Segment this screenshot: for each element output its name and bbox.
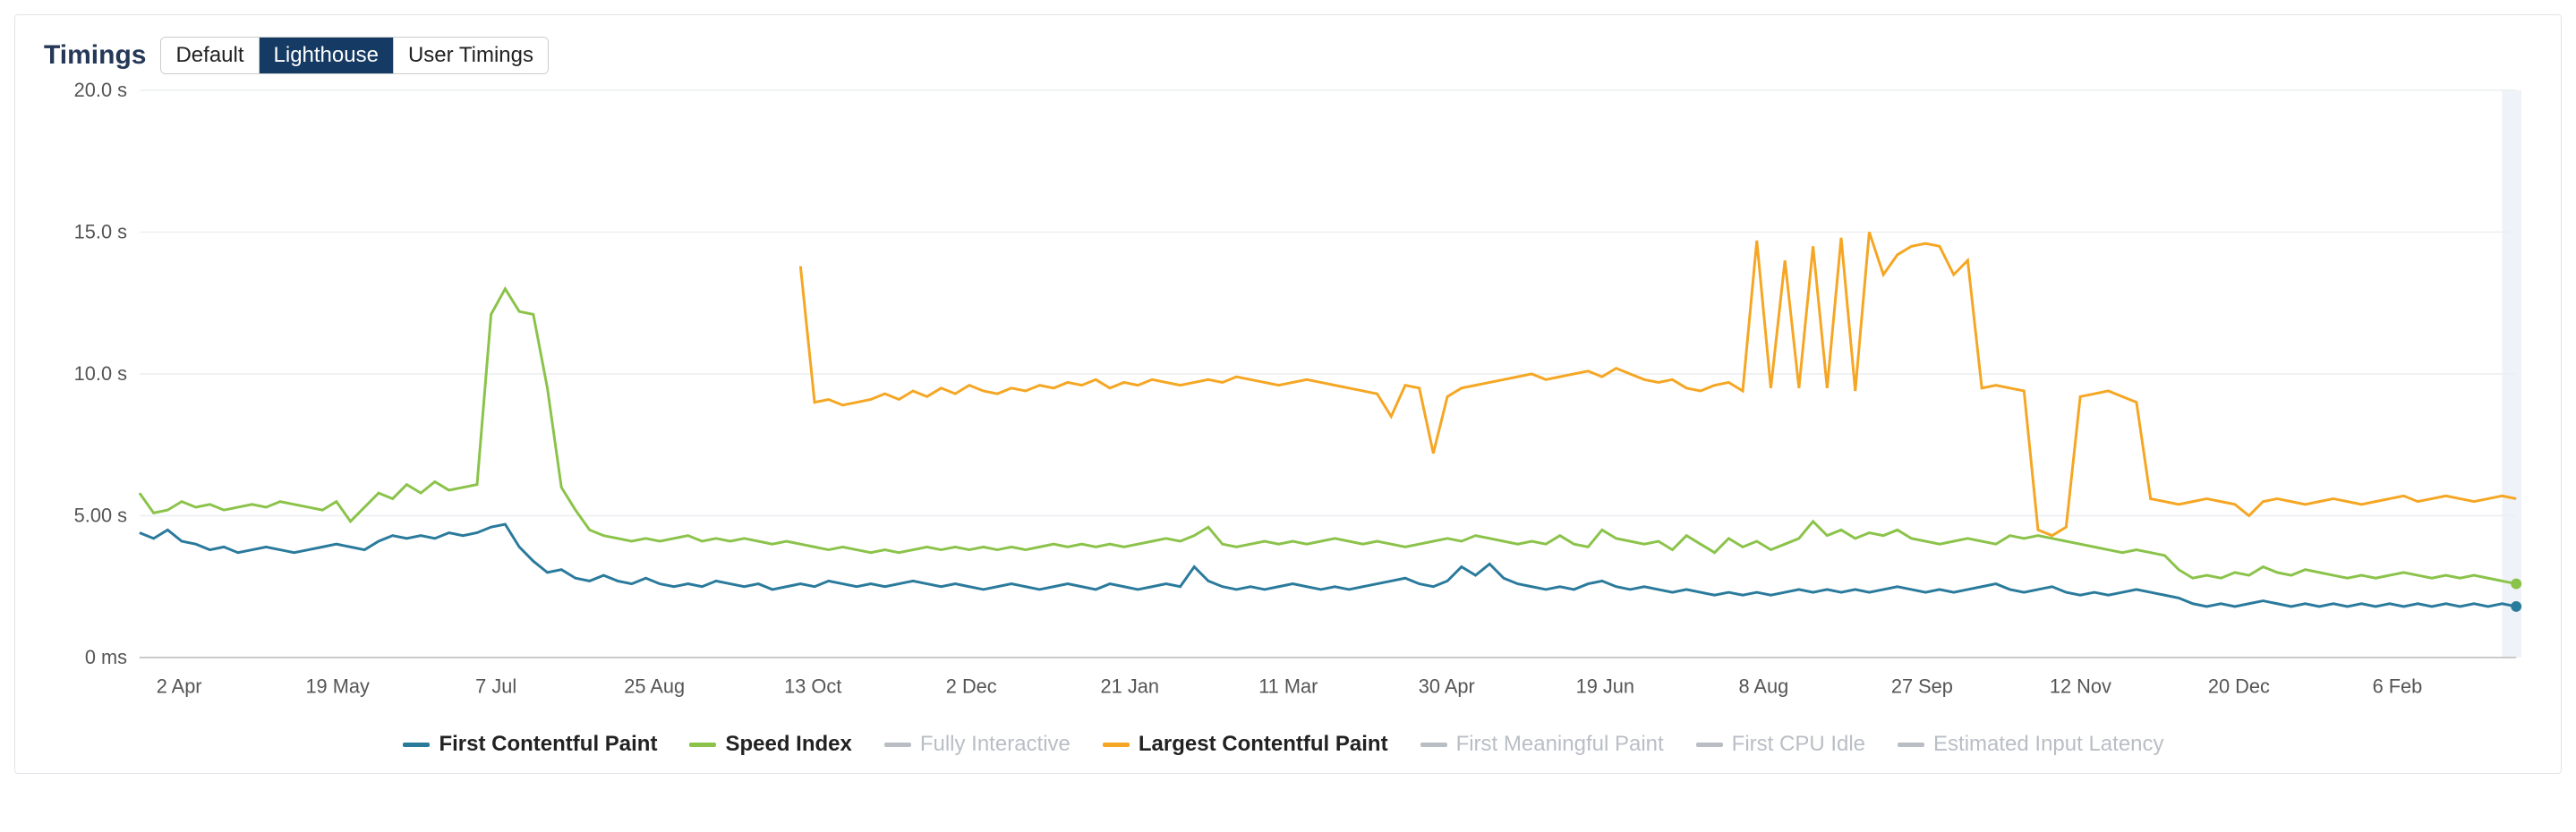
- legend-item[interactable]: First Meaningful Paint: [1420, 732, 1664, 757]
- series-line: [140, 289, 2516, 584]
- x-axis: 2 Apr 19 May 7 Jul 25 Aug 13 Oct 2 Dec 21 Jan 1…: [157, 675, 2423, 698]
- x-tick-label: 19 Jun: [1576, 675, 1634, 698]
- legend-swatch: [1103, 743, 1130, 747]
- y-tick-label: 10.0 s: [74, 362, 127, 385]
- legend-swatch: [1898, 743, 1924, 747]
- x-tick-label: 6 Feb: [2373, 675, 2423, 698]
- legend-label: Largest Contentful Paint: [1139, 732, 1388, 757]
- legend-label: First Contentful Paint: [439, 732, 657, 757]
- x-tick-label: 8 Aug: [1738, 675, 1788, 698]
- chart-legend: First Contentful Paint Speed Index Fully I…: [33, 732, 2534, 757]
- series-line: [800, 232, 2516, 535]
- end-marker: [2511, 579, 2521, 590]
- legend-swatch: [689, 743, 716, 747]
- y-tick-label: 0 ms: [85, 646, 127, 668]
- y-tick-label: 15.0 s: [74, 220, 127, 242]
- panel-header: Timings DefaultLighthouseUser Timings: [33, 37, 2534, 74]
- legend-label: Estimated Input Latency: [1933, 732, 2163, 757]
- line-chart-svg: 0 ms 5.00 s 10.0 s 15.0 s 20.0 s 2 Apr 19 May 7…: [33, 81, 2534, 719]
- legend-label: Fully Interactive: [920, 732, 1070, 757]
- legend-swatch: [1420, 743, 1447, 747]
- end-marker: [2511, 601, 2521, 612]
- panel-title: Timings: [44, 40, 146, 71]
- x-tick-label: 25 Aug: [624, 675, 685, 698]
- legend-item[interactable]: First CPU Idle: [1696, 732, 1865, 757]
- legend-swatch: [1696, 743, 1723, 747]
- tab-group: DefaultLighthouseUser Timings: [160, 37, 549, 74]
- x-tick-label: 19 May: [305, 675, 370, 698]
- series-group: [140, 232, 2522, 611]
- tab-default[interactable]: Default: [161, 38, 259, 73]
- x-tick-label: 20 Dec: [2208, 675, 2270, 698]
- series-line: [140, 524, 2516, 607]
- legend-item[interactable]: Speed Index: [689, 732, 851, 757]
- legend-swatch: [403, 743, 430, 747]
- y-tick-label: 5.00 s: [74, 504, 127, 526]
- timings-panel: Timings DefaultLighthouseUser Timings 0 …: [14, 14, 2562, 774]
- x-tick-label: 7 Jul: [475, 675, 516, 698]
- y-axis: 0 ms 5.00 s 10.0 s 15.0 s 20.0 s: [74, 81, 127, 668]
- x-tick-label: 11 Mar: [1258, 675, 1318, 698]
- chart[interactable]: 0 ms 5.00 s 10.0 s 15.0 s 20.0 s 2 Apr 19 May 7…: [33, 81, 2534, 719]
- legend-item[interactable]: Fully Interactive: [884, 732, 1070, 757]
- legend-swatch: [884, 743, 911, 747]
- x-tick-label: 27 Sep: [1891, 675, 1953, 698]
- legend-label: First Meaningful Paint: [1456, 732, 1664, 757]
- x-tick-label: 13 Oct: [784, 675, 841, 698]
- x-tick-label: 12 Nov: [2050, 675, 2111, 698]
- gridlines: [140, 90, 2516, 658]
- x-tick-label: 21 Jan: [1101, 675, 1159, 698]
- legend-label: First CPU Idle: [1732, 732, 1865, 757]
- legend-item[interactable]: First Contentful Paint: [403, 732, 657, 757]
- y-tick-label: 20.0 s: [74, 81, 127, 101]
- x-tick-label: 2 Apr: [157, 675, 202, 698]
- x-tick-label: 2 Dec: [946, 675, 997, 698]
- tab-user-timings[interactable]: User Timings: [394, 38, 548, 73]
- legend-label: Speed Index: [725, 732, 851, 757]
- legend-item[interactable]: Estimated Input Latency: [1898, 732, 2163, 757]
- x-tick-label: 30 Apr: [1419, 675, 1475, 698]
- legend-item[interactable]: Largest Contentful Paint: [1103, 732, 1388, 757]
- tab-lighthouse[interactable]: Lighthouse: [260, 38, 394, 73]
